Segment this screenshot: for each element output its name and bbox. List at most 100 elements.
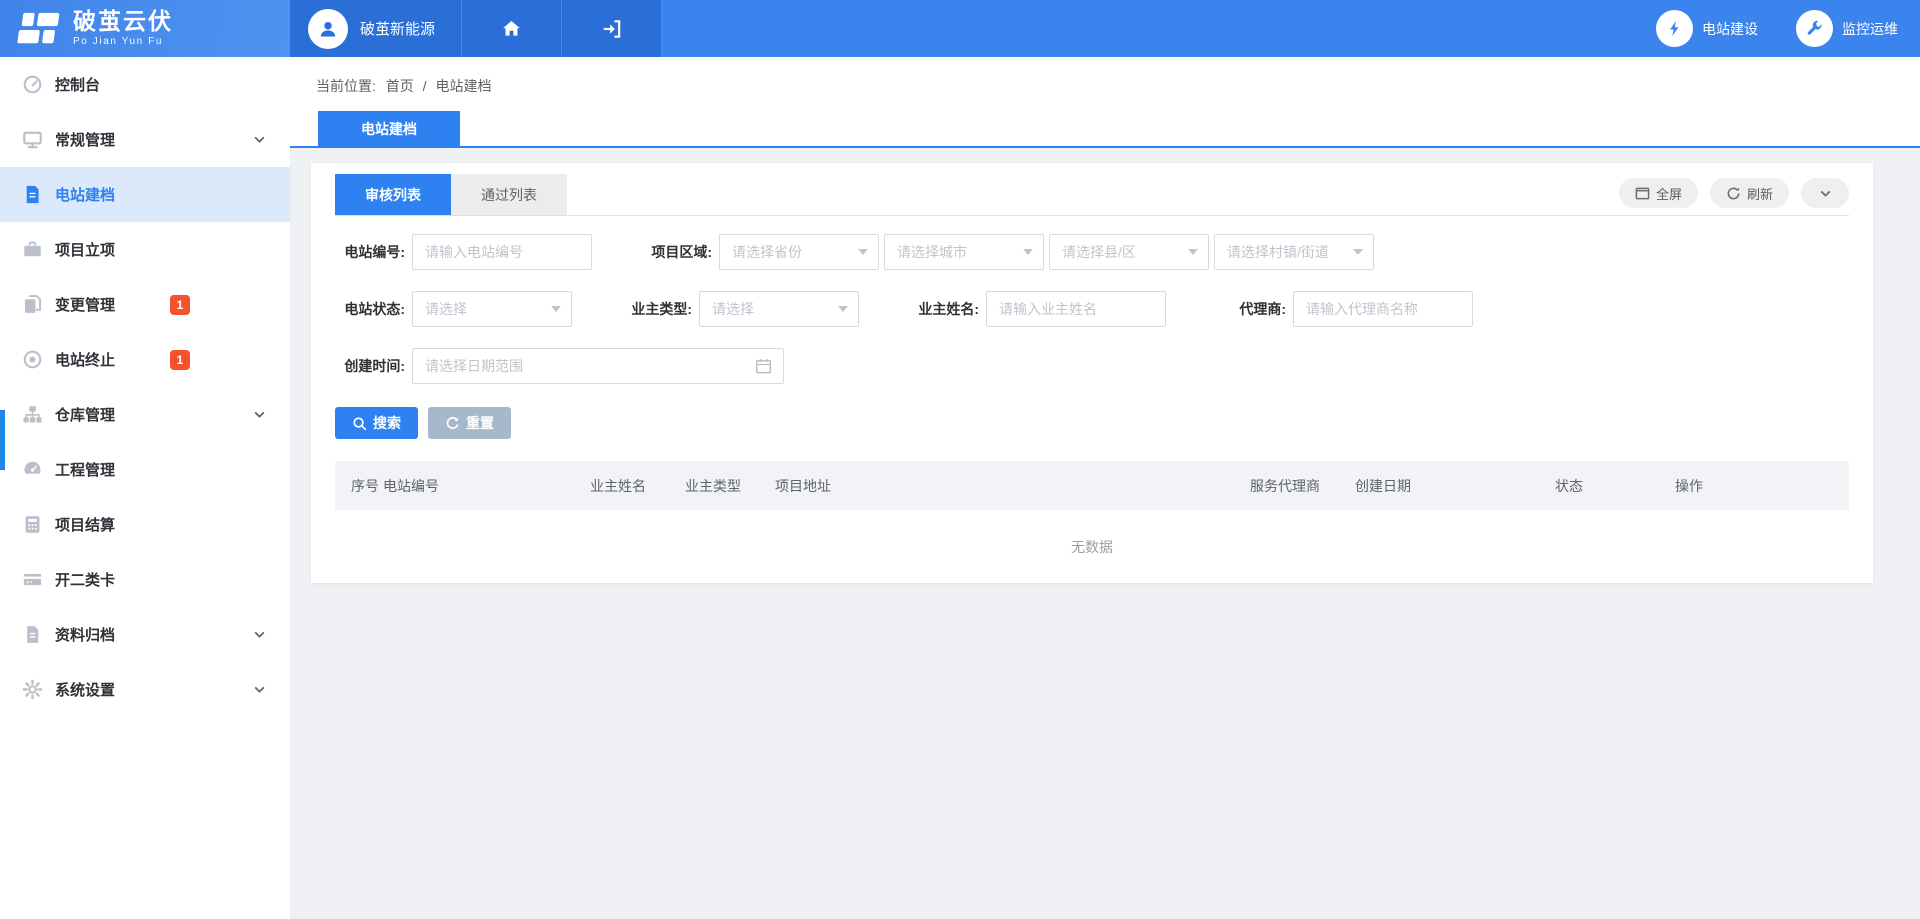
- gear-icon: [22, 679, 43, 700]
- filter-station-status: 电站状态: 请选择: [335, 291, 572, 327]
- sidebar-item-data-archive[interactable]: 资料归档: [0, 607, 290, 662]
- county-select[interactable]: 请选择县/区: [1049, 234, 1209, 270]
- search-button[interactable]: 搜索: [335, 407, 418, 439]
- sidebar-item-label: 常规管理: [55, 129, 115, 150]
- owner-type-select[interactable]: 请选择: [699, 291, 859, 327]
- sidebar-item-label: 变更管理: [55, 294, 115, 315]
- station-no-input[interactable]: [412, 234, 592, 270]
- calculator-icon: [22, 514, 43, 535]
- agent-label: 代理商:: [1216, 299, 1286, 319]
- page-tab-station-archive[interactable]: 电站建档: [318, 111, 460, 146]
- station-status-select[interactable]: 请选择: [412, 291, 572, 327]
- user-name: 破茧新能源: [360, 18, 435, 39]
- refresh-button[interactable]: 刷新: [1710, 178, 1789, 208]
- home-icon: [501, 18, 522, 39]
- filter-row-1: 电站编号: 项目区域: 请选择省份 请选择城市: [335, 234, 1849, 270]
- filter-owner-type: 业主类型: 请选择: [622, 291, 859, 327]
- sidebar-item-system-settings[interactable]: 系统设置: [0, 662, 290, 717]
- station-termination-badge: 1: [170, 350, 190, 370]
- sidebar-item-engineering-mgmt[interactable]: 工程管理: [0, 442, 290, 497]
- reset-label: 重置: [466, 413, 494, 433]
- calendar-icon: [755, 358, 772, 375]
- column-header-actions: 操作: [1675, 476, 1703, 496]
- sidebar-item-label: 电站终止: [55, 349, 115, 370]
- sidebar-item-open-type2-card[interactable]: 开二类卡: [0, 552, 290, 607]
- sidebar-item-change-mgmt[interactable]: 变更管理 1: [0, 277, 290, 332]
- home-button[interactable]: [462, 0, 562, 57]
- collapse-toolbar-button[interactable]: [1801, 178, 1849, 208]
- region-label: 项目区域:: [642, 242, 712, 262]
- fullscreen-button[interactable]: 全屏: [1619, 178, 1698, 208]
- breadcrumb-label: 当前位置:: [316, 78, 376, 94]
- breadcrumb-separator: /: [423, 78, 427, 94]
- sidebar-item-station-archive[interactable]: 电站建档: [0, 167, 290, 222]
- logo-subtitle: Po Jian Yun Fu: [73, 37, 173, 47]
- sidebar-item-dashboard[interactable]: 控制台: [0, 57, 290, 112]
- filter-row-2: 电站状态: 请选择 业主类型: 请选择 业主: [335, 291, 1849, 327]
- owner-name-input[interactable]: [986, 291, 1166, 327]
- sitemap-icon: [22, 404, 43, 425]
- user-icon: [317, 18, 339, 40]
- dropdown-caret-icon: [1188, 249, 1198, 255]
- agent-input[interactable]: [1293, 291, 1473, 327]
- refresh-label: 刷新: [1747, 184, 1773, 203]
- tab-review-list[interactable]: 审核列表: [335, 174, 451, 215]
- sidebar-item-station-termination[interactable]: 电站终止 1: [0, 332, 290, 387]
- gauge-icon: [22, 459, 43, 480]
- main-area: 当前位置: 首页 / 电站建档 电站建档 审核列表 通过列表 全屏: [290, 57, 1920, 919]
- breadcrumb-home-link[interactable]: 首页: [386, 78, 414, 94]
- tab-approved-list[interactable]: 通过列表: [451, 174, 567, 215]
- date-range-input[interactable]: [412, 348, 784, 384]
- sidebar-item-project-initiation[interactable]: 项目立项: [0, 222, 290, 277]
- file-icon: [22, 624, 43, 645]
- table-header-row: 序号 电站编号 业主姓名 业主类型 项目地址 服务代理商 创建日期 状态 操作: [335, 461, 1849, 510]
- chevron-down-icon: [253, 683, 266, 696]
- monitor-icon: [22, 129, 43, 150]
- refresh-icon: [1726, 186, 1741, 201]
- wrench-icon: [1796, 10, 1833, 47]
- lightning-icon: [1656, 10, 1693, 47]
- sidebar-item-general-mgmt[interactable]: 常规管理: [0, 112, 290, 167]
- filter-create-time: 创建时间:: [335, 348, 784, 384]
- user-menu[interactable]: 破茧新能源: [290, 0, 462, 57]
- city-select-placeholder: 请选择城市: [897, 242, 1023, 262]
- filter-agent: 代理商:: [1216, 291, 1473, 327]
- city-select[interactable]: 请选择城市: [884, 234, 1044, 270]
- reset-button[interactable]: 重置: [428, 407, 511, 439]
- dropdown-caret-icon: [838, 306, 848, 312]
- fullscreen-icon: [1635, 186, 1650, 201]
- column-header-owner-name: 业主姓名: [590, 476, 646, 496]
- create-time-label: 创建时间:: [335, 356, 405, 376]
- content-area: 审核列表 通过列表 全屏 刷新: [290, 148, 1920, 583]
- nav-monitor-ops[interactable]: 监控运维: [1796, 10, 1898, 47]
- column-header-index: 序号: [351, 476, 379, 496]
- sidebar: 控制台 常规管理 电站建档 项目立项 变更管理 1 电站终止 1: [0, 57, 290, 919]
- dashboard-icon: [22, 74, 43, 95]
- change-mgmt-badge: 1: [170, 295, 190, 315]
- column-header-service-agent: 服务代理商: [1250, 476, 1320, 496]
- column-header-status: 状态: [1555, 476, 1583, 496]
- owner-name-label: 业主姓名:: [909, 299, 979, 319]
- owner-type-placeholder: 请选择: [712, 299, 838, 319]
- nav-monitor-ops-label: 监控运维: [1842, 19, 1898, 39]
- column-header-create-date: 创建日期: [1355, 476, 1411, 496]
- sidebar-scrollbar-thumb[interactable]: [0, 410, 5, 470]
- province-select[interactable]: 请选择省份: [719, 234, 879, 270]
- sidebar-item-warehouse-mgmt[interactable]: 仓库管理: [0, 387, 290, 442]
- chevron-down-icon: [253, 133, 266, 146]
- filter-station-no: 电站编号:: [335, 234, 592, 270]
- sidebar-item-project-settlement[interactable]: 项目结算: [0, 497, 290, 552]
- logout-button[interactable]: [562, 0, 662, 57]
- town-select[interactable]: 请选择村镇/街道: [1214, 234, 1374, 270]
- header-right-nav: 电站建设 监控运维: [1618, 0, 1920, 57]
- sign-out-icon: [601, 18, 623, 40]
- chevron-down-icon: [253, 408, 266, 421]
- table-empty-state: 无数据: [335, 510, 1849, 583]
- column-header-owner-type: 业主类型: [685, 476, 741, 496]
- dropdown-caret-icon: [1023, 249, 1033, 255]
- sidebar-item-label: 项目结算: [55, 514, 115, 535]
- search-label: 搜索: [373, 413, 401, 433]
- nav-station-build[interactable]: 电站建设: [1656, 10, 1758, 47]
- station-status-placeholder: 请选择: [425, 299, 551, 319]
- chevron-down-icon: [253, 628, 266, 641]
